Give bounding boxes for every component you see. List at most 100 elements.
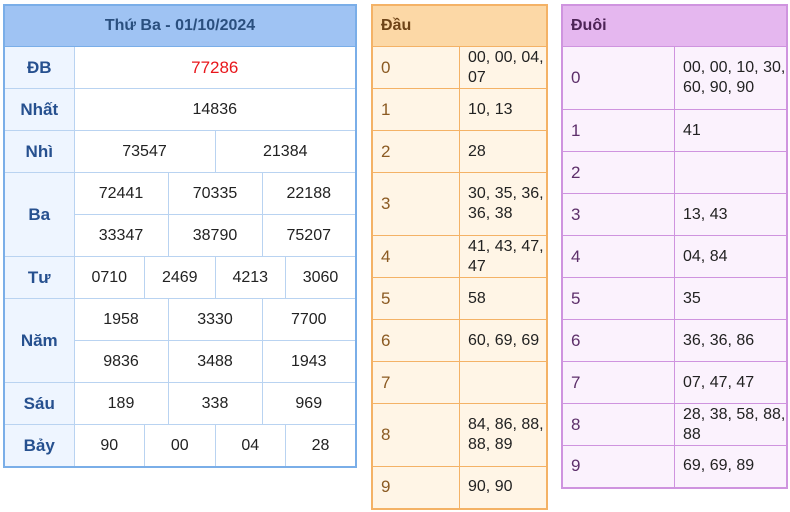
dau-row: 6 60, 69, 69 — [371, 319, 548, 362]
prize-label: Năm — [3, 298, 75, 383]
results-table: Thứ Ba - 01/10/2024 ĐB 77286 Nhất 14836 … — [3, 4, 357, 468]
dau-values: 84, 86, 88, 88, 89 — [459, 403, 548, 467]
prize-value: 338 — [167, 382, 263, 425]
duoi-table: Đuôi 0 00, 00, 10, 30, 60, 90, 90 1 41 2 3… — [561, 4, 788, 489]
duoi-key: 3 — [561, 193, 675, 236]
prize-value: 1943 — [261, 340, 357, 383]
results-date-header: Thứ Ba - 01/10/2024 — [3, 4, 357, 47]
duoi-values — [674, 151, 788, 194]
duoi-row: 5 35 — [561, 277, 788, 320]
duoi-row: 2 — [561, 151, 788, 194]
duoi-row: 8 28, 38, 58, 88, 88 — [561, 403, 788, 446]
duoi-header: Đuôi — [561, 4, 788, 47]
dau-row: 1 10, 13 — [371, 88, 548, 131]
prize-value: 75207 — [261, 214, 357, 257]
dau-key: 2 — [371, 130, 460, 173]
prize-value: 969 — [261, 382, 357, 425]
results-header-row: Thứ Ba - 01/10/2024 — [3, 4, 357, 47]
prize-value: 3330 — [167, 298, 263, 341]
prize-row-tu: Tư 0710 2469 4213 3060 — [3, 256, 357, 299]
duoi-header-row: Đuôi — [561, 4, 788, 47]
dau-row: 0 00, 00, 04, 07 — [371, 46, 548, 89]
prize-value: 0710 — [73, 256, 145, 299]
duoi-key: 7 — [561, 361, 675, 404]
dau-values: 60, 69, 69 — [459, 319, 548, 362]
prize-value: 3488 — [167, 340, 263, 383]
dau-values: 28 — [459, 130, 548, 173]
dau-header: Đầu — [371, 4, 548, 47]
prize-label: Nhất — [3, 88, 75, 131]
prize-db-value: 77286 — [73, 46, 357, 89]
duoi-key: 5 — [561, 277, 675, 320]
prize-value: 72441 — [73, 172, 169, 215]
dau-key: 4 — [371, 235, 460, 278]
prize-label: Bảy — [3, 424, 75, 468]
prize-row-nhat: Nhất 14836 — [3, 88, 357, 131]
duoi-row: 9 69, 69, 89 — [561, 445, 788, 488]
prize-value: 90 — [73, 424, 145, 468]
duoi-values: 41 — [674, 109, 788, 152]
prize-value: 38790 — [167, 214, 263, 257]
prize-row-ba: Ba 72441 70335 22188 — [3, 172, 357, 257]
prize-value: 04 — [214, 424, 286, 468]
dau-key: 9 — [371, 466, 460, 509]
dau-values: 41, 43, 47, 47 — [459, 235, 548, 278]
dau-header-row: Đầu — [371, 4, 548, 47]
duoi-values: 00, 00, 10, 30, 60, 90, 90 — [674, 46, 788, 110]
dau-key: 8 — [371, 403, 460, 467]
prize-value: 28 — [285, 424, 357, 468]
prize-value: 22188 — [261, 172, 357, 215]
duoi-values: 35 — [674, 277, 788, 320]
duoi-key: 9 — [561, 445, 675, 488]
prize-label: Nhì — [3, 130, 75, 173]
dau-key: 5 — [371, 277, 460, 320]
prize-value: 73547 — [73, 130, 216, 173]
prize-row-db: ĐB 77286 — [3, 46, 357, 89]
prize-value: 7700 — [261, 298, 357, 341]
prize-value: 2469 — [144, 256, 216, 299]
duoi-key: 8 — [561, 403, 675, 446]
duoi-values: 04, 84 — [674, 235, 788, 278]
duoi-key: 4 — [561, 235, 675, 278]
prize-value: 70335 — [167, 172, 263, 215]
duoi-values: 28, 38, 58, 88, 88 — [674, 403, 788, 446]
dau-table: Đầu 0 00, 00, 04, 07 1 10, 13 2 28 3 30, 35,… — [371, 4, 548, 510]
prize-row-bay: Bảy 90 00 04 28 — [3, 424, 357, 468]
dau-key: 7 — [371, 361, 460, 404]
dau-key: 3 — [371, 172, 460, 236]
prize-value: 189 — [73, 382, 169, 425]
dau-values: 58 — [459, 277, 548, 320]
duoi-row: 7 07, 47, 47 — [561, 361, 788, 404]
dau-values: 10, 13 — [459, 88, 548, 131]
duoi-key: 6 — [561, 319, 675, 362]
dau-values: 90, 90 — [459, 466, 548, 509]
prize-label: ĐB — [3, 46, 75, 89]
dau-row: 3 30, 35, 36, 36, 38 — [371, 172, 548, 236]
prize-value: 4213 — [214, 256, 286, 299]
duoi-values: 36, 36, 86 — [674, 319, 788, 362]
prize-value: 9836 — [73, 340, 169, 383]
duoi-values: 13, 43 — [674, 193, 788, 236]
duoi-row: 4 04, 84 — [561, 235, 788, 278]
prize-value: 00 — [144, 424, 216, 468]
duoi-row: 0 00, 00, 10, 30, 60, 90, 90 — [561, 46, 788, 110]
dau-key: 1 — [371, 88, 460, 131]
duoi-key: 2 — [561, 151, 675, 194]
dau-row: 4 41, 43, 47, 47 — [371, 235, 548, 278]
prize-row-nhi: Nhì 73547 21384 — [3, 130, 357, 173]
dau-key: 6 — [371, 319, 460, 362]
duoi-values: 07, 47, 47 — [674, 361, 788, 404]
prize-value: 21384 — [214, 130, 357, 173]
prize-label: Ba — [3, 172, 75, 257]
prize-value: 14836 — [73, 88, 357, 131]
dau-values: 00, 00, 04, 07 — [459, 46, 548, 89]
prize-row-sau: Sáu 189 338 969 — [3, 382, 357, 425]
dau-row: 2 28 — [371, 130, 548, 173]
prize-row-nam: Năm 1958 3330 7700 — [3, 298, 357, 383]
dau-key: 0 — [371, 46, 460, 89]
prize-value: 3060 — [285, 256, 357, 299]
prize-label: Tư — [3, 256, 75, 299]
prize-value: 1958 — [73, 298, 169, 341]
dau-values — [459, 361, 548, 404]
prize-label: Sáu — [3, 382, 75, 425]
